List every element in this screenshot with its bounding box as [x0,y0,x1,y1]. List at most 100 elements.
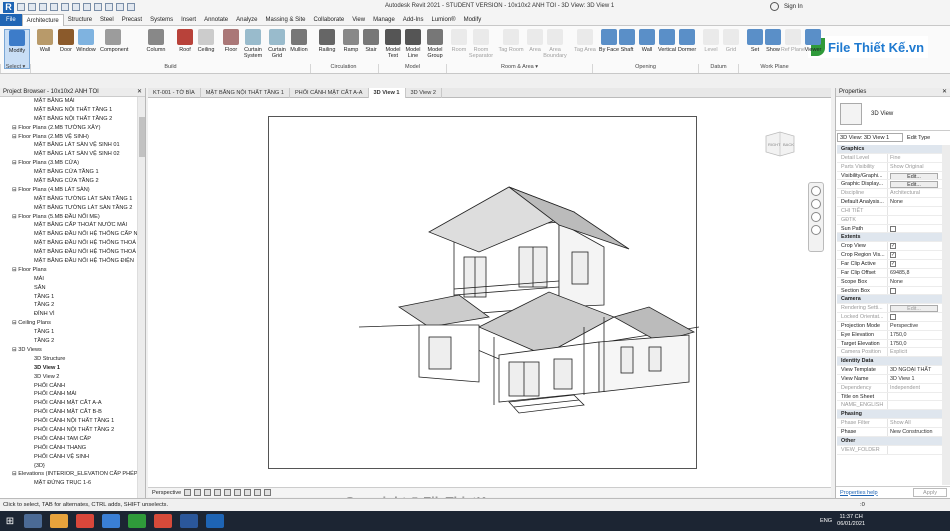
tree-item[interactable]: MẶT BẰNG LÁT SÀN VỆ SINH 01 [0,141,138,150]
shadows-icon[interactable] [204,489,212,496]
revit-taskbar-icon[interactable] [206,514,224,528]
close-icon[interactable]: ✕ [137,88,142,97]
tree-item[interactable]: MẶT BẰNG NỘI THẤT TẦNG 1 [0,106,138,115]
tree-group[interactable]: ⊟ Floor Plans (4.MB LÁT SÀN) [0,186,138,195]
document-tab[interactable]: 3D View 1 [368,88,406,98]
checkbox-checked[interactable]: ✓ [890,252,896,259]
tree-item[interactable]: TẦNG 2 [0,301,138,310]
edit-button[interactable]: Edit... [890,305,938,313]
tree-group[interactable]: ⊟ Floor Plans [0,266,138,275]
tool-mullion-button[interactable]: Mullion [286,29,312,53]
category-label[interactable]: Camera [837,295,943,303]
view-canvas[interactable]: RIGHT BACK [148,98,831,487]
ribbon-group-label[interactable]: Datum [698,64,738,73]
tree-item[interactable]: MẶT BẰNG TƯỜNG LÁT SÀN TẦNG 1 [0,195,138,204]
tree-item[interactable]: TẦNG 1 [0,293,138,302]
property-value[interactable] [887,313,943,321]
tree-item[interactable]: MẶT BẰNG NỘI THẤT TẦNG 2 [0,115,138,124]
tree-item[interactable]: MẶT BẰNG TƯỜNG LÁT SÀN TẦNG 2 [0,204,138,213]
ribbon-group-label[interactable]: Circulation [310,64,376,73]
tool-curtain-system-button[interactable]: Curtain System [240,29,266,59]
thin-lines-icon[interactable] [116,3,124,11]
tool-room-separator-button[interactable]: Room Separator [468,29,494,59]
tree-item[interactable]: PHỐI CẢNH THANG [0,444,138,453]
tree-item[interactable]: PHỐI CẢNH VỆ SINH [0,453,138,462]
tool-dormer-button[interactable]: Dormer [674,29,700,53]
property-value[interactable]: Explicit [887,348,943,357]
show-crop-icon[interactable] [234,489,242,496]
app-icon[interactable] [154,514,172,528]
tab-collaborate[interactable]: Collaborate [310,14,349,26]
property-value[interactable]: Edit... [887,180,943,189]
tool-model-group-button[interactable]: Model Group [422,29,448,59]
tree-group[interactable]: ⊟ Floor Plans (2.MB VỆ SINH) [0,133,138,142]
tree-item[interactable]: MẶT BẰNG MÁI [0,97,138,106]
tab-insert[interactable]: Insert [177,14,200,26]
reveal-hidden-icon[interactable] [264,489,272,496]
instance-dropdown[interactable]: 3D View: 3D View 1 [837,133,903,142]
tree-item[interactable]: 3D Structure [0,355,138,364]
tool-viewer-button[interactable]: Viewer [800,29,826,53]
tree-group[interactable]: ⊟ Floor Plans (3.MB CỬA) [0,159,138,168]
ribbon-group-label[interactable]: Model [378,64,446,73]
property-value[interactable]: ✓ [887,242,943,251]
render-icon[interactable] [214,489,222,496]
property-value[interactable]: Perspective [887,321,943,330]
tab-precast[interactable]: Precast [118,14,146,26]
tab-structure[interactable]: Structure [64,14,96,26]
tree-group[interactable]: ⊟ 3D Views [0,346,138,355]
tree-item[interactable]: ĐỈNH VÌ [0,310,138,319]
measure-icon[interactable] [72,3,80,11]
tab-file[interactable]: File [0,13,22,26]
property-value[interactable]: ✓ [887,251,943,259]
revit-logo-icon[interactable]: R [3,1,14,13]
print-icon[interactable] [61,3,69,11]
language-indicator[interactable]: ENG [820,518,832,524]
3d-view-icon[interactable] [94,3,102,11]
tree-item[interactable]: PHỐI CẢNH NỘI THẤT TẦNG 1 [0,417,138,426]
tree-item[interactable]: PHỐI CẢNH MÁI [0,390,138,399]
property-value[interactable]: ✓ [887,259,943,268]
category-label[interactable]: Identity Data [837,357,943,365]
checkbox-unchecked[interactable] [890,287,896,294]
checkbox-checked[interactable]: ✓ [890,243,896,250]
property-value[interactable]: Edit... [887,171,943,180]
edit-button[interactable]: Edit... [890,172,938,180]
steering-wheel-icon[interactable] [811,186,821,196]
ribbon-group-label[interactable]: Select ▾ [0,64,30,73]
ribbon-group-label[interactable]: Build [30,64,310,73]
property-value[interactable] [887,286,943,295]
document-tab[interactable]: MẶT BẰNG NỘI THẤT TẦNG 1 [201,88,290,98]
sign-in-link[interactable]: Sign In [784,4,803,10]
tool-tag-room-button[interactable]: Tag Room [498,29,524,53]
property-value[interactable]: None [887,277,943,286]
tool-tag-area-button[interactable]: Tag Area [572,29,598,53]
tree-item[interactable]: PHỐI CẢNH [0,382,138,391]
tree-item[interactable]: PHỐI CẢNH TAM CẤP [0,435,138,444]
tree-item[interactable]: MẶT BẰNG LÁT SÀN VỆ SINH 02 [0,150,138,159]
property-value[interactable] [887,392,943,401]
text-icon[interactable] [83,3,91,11]
tool-area-boundary-button[interactable]: Area Boundary [542,29,568,59]
property-value[interactable]: 3D View 1 [887,374,943,383]
tool-component-button[interactable]: Component [100,29,128,53]
type-selector[interactable]: 3D View [836,97,950,131]
properties-scrollbar[interactable] [942,145,950,485]
app-icon[interactable] [128,514,146,528]
property-value[interactable] [887,401,943,410]
tree-item[interactable]: PHỐI CẢNH MẶT CẮT B-B [0,408,138,417]
tree-item[interactable]: SÂN [0,284,138,293]
document-tab[interactable]: KT-001 - TỜ BÌA [148,88,201,98]
close-hidden-icon[interactable] [127,3,135,11]
tree-group[interactable]: ⊟ Elevations (INTERIOR_ELEVATION CẤP PHÉ… [0,470,138,479]
tree-item[interactable]: MẶT BẰNG CẤP THOÁT NƯỚC MÁI [0,221,138,230]
category-label[interactable]: Extents [837,233,943,241]
task-view-icon[interactable] [24,514,42,528]
view-detail-mode[interactable]: Perspective [152,490,181,496]
user-icon[interactable] [770,2,779,11]
property-value[interactable]: Independent [887,383,943,392]
property-value[interactable] [887,206,943,215]
lock-3d-icon[interactable] [244,489,252,496]
property-value[interactable]: 1750,0 [887,339,943,348]
tab-analyze[interactable]: Analyze [232,14,261,26]
